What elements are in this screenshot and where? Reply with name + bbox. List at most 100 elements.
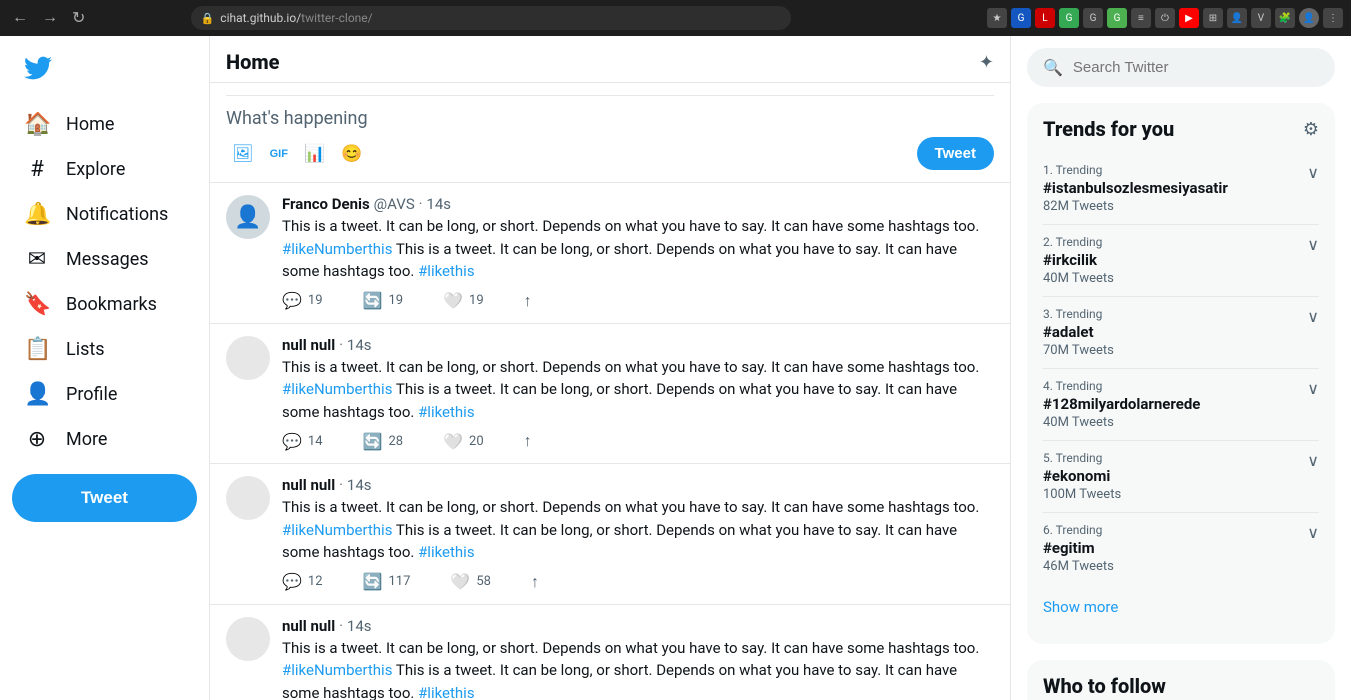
sidebar-item-more[interactable]: ⊕ More (12, 417, 197, 462)
ext-grid[interactable]: ⊞ (1203, 8, 1223, 28)
sidebar-item-notifications[interactable]: 🔔 Notifications (12, 192, 197, 237)
chevron-down-icon[interactable]: ∨ (1307, 307, 1319, 326)
sidebar-item-messages[interactable]: ✉ Messages (12, 237, 197, 282)
ext-7[interactable]: ≡ (1131, 8, 1151, 28)
trends-title: Trends for you (1043, 117, 1174, 141)
profile-icon: 👤 (24, 382, 50, 407)
like-action[interactable]: 🤍 58 (450, 572, 491, 592)
retweet-action[interactable]: 🔄 28 (363, 431, 404, 451)
tweet-link[interactable]: #likeNumberthis (282, 240, 392, 258)
reply-action[interactable]: 💬 19 (282, 291, 323, 311)
trend-item[interactable]: 1. Trending #istanbulsozlesmesiyasatir 8… (1043, 153, 1319, 225)
ext-4[interactable]: G (1059, 8, 1079, 28)
tweet-time: 14s (347, 617, 372, 635)
tweet-item[interactable]: null null · 14s This is a tweet. It can … (210, 464, 1010, 605)
trend-number: 1. Trending (1043, 163, 1307, 177)
chevron-down-icon[interactable]: ∨ (1307, 163, 1319, 182)
sparkle-icon[interactable]: ✦ (979, 52, 994, 73)
share-action[interactable]: ↑ (531, 572, 539, 592)
trend-item[interactable]: 4. Trending #128milyardolarnerede 40M Tw… (1043, 369, 1319, 441)
ext-5[interactable]: G (1083, 8, 1103, 28)
chevron-down-icon[interactable]: ∨ (1307, 451, 1319, 470)
chevron-down-icon[interactable]: ∨ (1307, 235, 1319, 254)
tweets-list: 👤 Franco Denis @AVS · 14s This is a twee… (210, 183, 1010, 700)
compose-placeholder[interactable]: What's happening (226, 104, 994, 137)
url-text: cihat.github.io/twitter-clone/ (220, 11, 372, 25)
gear-icon[interactable]: ⚙ (1303, 119, 1319, 140)
chevron-down-icon[interactable]: ∨ (1307, 523, 1319, 542)
sidebar-item-lists[interactable]: 📋 Lists (12, 327, 197, 372)
sidebar-label-profile: Profile (66, 384, 117, 405)
twitter-logo[interactable] (12, 46, 197, 94)
compose-icon-group: 🖼 GIF 📊 😊 (226, 138, 368, 170)
share-action[interactable]: ↑ (524, 431, 532, 451)
chevron-down-icon[interactable]: ∨ (1307, 379, 1319, 398)
right-sidebar: 🔍 Trends for you ⚙ 1. Trending #istanbul… (1011, 36, 1351, 700)
tweet-button[interactable]: Tweet (12, 474, 197, 522)
trend-item[interactable]: 5. Trending #ekonomi 100M Tweets ∨ (1043, 441, 1319, 513)
messages-icon: ✉ (24, 247, 50, 272)
tweet-content: null null · 14s This is a tweet. It can … (282, 476, 994, 592)
ext-avatar[interactable]: 👤 (1299, 8, 1319, 28)
ext-1[interactable]: ★ (987, 8, 1007, 28)
compose-area: What's happening 🖼 GIF 📊 😊 Tweet (210, 83, 1010, 183)
search-bar[interactable]: 🔍 (1027, 48, 1335, 87)
compose-poll-icon[interactable]: 📊 (298, 138, 331, 170)
back-button[interactable]: ← (8, 5, 32, 31)
tweet-link[interactable]: #likethis (418, 403, 475, 421)
tweet-link[interactable]: #likethis (418, 684, 475, 700)
tweet-item[interactable]: null null · 14s This is a tweet. It can … (210, 605, 1010, 700)
url-bar[interactable]: 🔒 cihat.github.io/twitter-clone/ (191, 6, 791, 30)
like-action[interactable]: 🤍 20 (443, 431, 484, 451)
tweet-link[interactable]: #likeNumberthis (282, 661, 392, 679)
sidebar-item-explore[interactable]: # Explore (12, 147, 197, 192)
ext-puzzle[interactable]: 🧩 (1275, 8, 1295, 28)
sidebar-label-lists: Lists (66, 339, 105, 360)
trend-count: 70M Tweets (1043, 343, 1307, 358)
trend-tag: #128milyardolarnerede (1043, 395, 1307, 413)
reply-action[interactable]: 💬 14 (282, 431, 323, 451)
like-count: 58 (476, 574, 491, 589)
tweet-link[interactable]: #likeNumberthis (282, 380, 392, 398)
tweet-link[interactable]: #likethis (418, 262, 475, 280)
trend-item[interactable]: 3. Trending #adalet 70M Tweets ∨ (1043, 297, 1319, 369)
like-action[interactable]: 🤍 19 (443, 291, 484, 311)
forward-button[interactable]: → (38, 5, 62, 31)
trend-item[interactable]: 6. Trending #egitim 46M Tweets ∨ (1043, 513, 1319, 584)
show-more-link[interactable]: Show more (1043, 584, 1319, 630)
tweet-content: null null · 14s This is a tweet. It can … (282, 336, 994, 452)
compose-gif-icon[interactable]: GIF (264, 138, 294, 170)
compose-tweet-button[interactable]: Tweet (917, 137, 994, 170)
retweet-action[interactable]: 🔄 19 (363, 291, 404, 311)
ext-3[interactable]: L (1035, 8, 1055, 28)
compose-emoji-icon[interactable]: 😊 (335, 138, 368, 170)
compose-image-icon[interactable]: 🖼 (226, 138, 260, 170)
share-action[interactable]: ↑ (524, 291, 532, 311)
ext-6[interactable]: G (1107, 8, 1127, 28)
sidebar-item-profile[interactable]: 👤 Profile (12, 372, 197, 417)
ext-power[interactable]: ⏻ (1155, 8, 1175, 28)
tweet-link[interactable]: #likethis (418, 543, 475, 561)
tweet-item[interactable]: null null · 14s This is a tweet. It can … (210, 324, 1010, 465)
trend-item[interactable]: 2. Trending #irkcilik 40M Tweets ∨ (1043, 225, 1319, 297)
ext-user[interactable]: 👤 (1227, 8, 1247, 28)
reply-action[interactable]: 💬 12 (282, 572, 323, 592)
trend-info: 2. Trending #irkcilik 40M Tweets (1043, 235, 1307, 286)
bookmarks-icon: 🔖 (24, 292, 50, 317)
sidebar-item-home[interactable]: 🏠 Home (12, 102, 197, 147)
tweet-link[interactable]: #likeNumberthis (282, 521, 392, 539)
ext-v[interactable]: V (1251, 8, 1271, 28)
trend-number: 2. Trending (1043, 235, 1307, 249)
retweet-icon: 🔄 (363, 291, 383, 310)
menu-btn[interactable]: ⋮ (1323, 8, 1343, 28)
trend-info: 1. Trending #istanbulsozlesmesiyasatir 8… (1043, 163, 1307, 214)
trend-tag: #irkcilik (1043, 251, 1307, 269)
ext-2[interactable]: G (1011, 8, 1031, 28)
notifications-icon: 🔔 (24, 202, 50, 227)
search-input[interactable] (1073, 59, 1319, 76)
retweet-action[interactable]: 🔄 117 (363, 572, 411, 592)
sidebar-item-bookmarks[interactable]: 🔖 Bookmarks (12, 282, 197, 327)
tweet-item[interactable]: 👤 Franco Denis @AVS · 14s This is a twee… (210, 183, 1010, 324)
refresh-button[interactable]: ↻ (68, 4, 89, 32)
ext-yt[interactable]: ▶ (1179, 8, 1199, 28)
